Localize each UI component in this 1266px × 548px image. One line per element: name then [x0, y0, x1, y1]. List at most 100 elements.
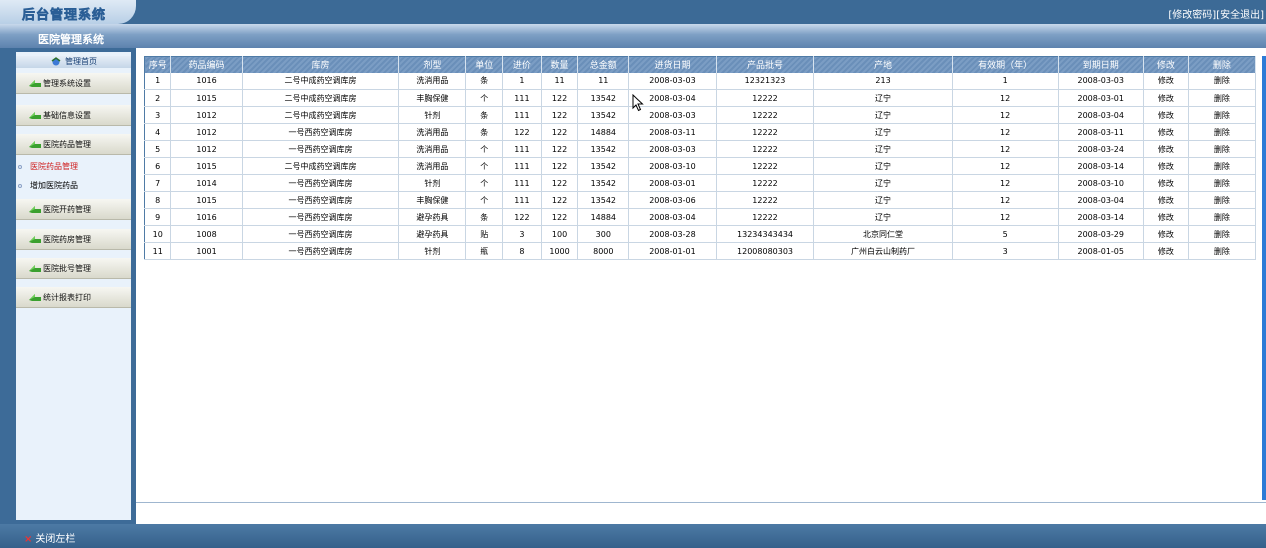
edit-link[interactable]: 修改 [1143, 140, 1189, 158]
sidebar-item-batch-number[interactable]: 医院批号管理 [16, 258, 131, 279]
edit-link[interactable]: 修改 [1143, 225, 1189, 243]
table-cell: 11 [541, 72, 579, 90]
table-cell: 213 [813, 72, 953, 90]
close-left-panel-button[interactable]: × 关闭左栏 [24, 530, 75, 545]
table-cell: 丰胸保健 [398, 191, 467, 209]
table-cell: 122 [541, 106, 579, 124]
sidebar-sub-add-drug[interactable]: 增加医院药品 [18, 180, 78, 192]
table-row: 4 1012 一号西药空调库房 洗消用品条 122 122 14884 2008-03-11 1… [144, 123, 1257, 141]
table-cell: 一号西药空调库房 [242, 208, 400, 226]
sidebar-sub-label: 增加医院药品 [30, 181, 78, 190]
delete-link[interactable]: 删除 [1188, 106, 1257, 124]
top-bar: 后台管理系统 [修改密码][安全退出] [0, 0, 1266, 24]
table-cell: 111 [502, 106, 542, 124]
delete-link[interactable]: 删除 [1188, 225, 1257, 243]
table-cell: 洗消用品 [398, 140, 467, 158]
sidebar-sub-drug-management[interactable]: 医院药品管理 [18, 161, 78, 173]
edit-link[interactable]: 修改 [1143, 191, 1189, 209]
table-cell: 6 [144, 157, 172, 175]
table-cell: 丰胸保健 [398, 89, 467, 107]
table-cell: 二号中成药空调库房 [242, 157, 400, 175]
table-row: 10 1008 一号西药空调库房 避孕药具贴 3 100 300 2008-03-28 1323… [144, 225, 1257, 243]
column-header: 序号 [144, 56, 172, 73]
delete-link[interactable]: 删除 [1188, 242, 1257, 260]
table-cell: 条 [465, 123, 504, 141]
change-password-link[interactable]: [修改密码] [1168, 10, 1216, 21]
edit-link[interactable]: 修改 [1143, 89, 1189, 107]
table-cell: 12222 [716, 157, 815, 175]
green-arrow-icon [29, 206, 41, 213]
bottom-bar: × 关闭左栏 [0, 524, 1266, 548]
table-cell: 1012 [170, 106, 243, 124]
table-cell: 北京同仁堂 [813, 225, 953, 243]
table-cell: 个 [465, 191, 504, 209]
column-header: 剂型 [398, 56, 467, 73]
sidebar-item-system-settings[interactable]: 管理系统设置 [16, 73, 131, 94]
sidebar-item-drug-management[interactable]: 医院药品管理 [16, 134, 131, 155]
system-title: 医院管理系统 [38, 33, 104, 46]
table-cell: 3 [502, 225, 542, 243]
sidebar-sub-label: 医院药品管理 [30, 162, 78, 171]
delete-link[interactable]: 删除 [1188, 140, 1257, 158]
table-cell: 13542 [577, 106, 630, 124]
green-arrow-icon [29, 112, 41, 119]
table-cell: 4 [144, 123, 172, 141]
table-cell: 14884 [577, 208, 630, 226]
edit-link[interactable]: 修改 [1143, 157, 1189, 175]
table-cell: 一号西药空调库房 [242, 225, 400, 243]
table-cell: 111 [502, 140, 542, 158]
delete-link[interactable]: 删除 [1188, 174, 1257, 192]
safe-logout-link[interactable]: [安全退出] [1216, 10, 1264, 21]
delete-link[interactable]: 删除 [1188, 72, 1257, 90]
table-cell: 辽宁 [813, 208, 953, 226]
sidebar: 管理首页 管理系统设置 基础信息设置 医院药品管理 医院药品管理 增加医院药品 … [0, 48, 136, 524]
table-cell: 1014 [170, 174, 243, 192]
scrollbar[interactable] [1262, 56, 1266, 500]
delete-link[interactable]: 删除 [1188, 208, 1257, 226]
table-cell: 1015 [170, 157, 243, 175]
table-cell: 2008-03-01 [628, 174, 717, 192]
table-cell: 避孕药具 [398, 208, 467, 226]
table-cell: 8 [502, 242, 542, 260]
table-cell: 7 [144, 174, 172, 192]
table-cell: 12222 [716, 106, 815, 124]
table-cell: 2008-03-24 [1058, 140, 1144, 158]
table-cell: 洗消用品 [398, 72, 467, 90]
edit-link[interactable]: 修改 [1143, 123, 1189, 141]
delete-link[interactable]: 删除 [1188, 157, 1257, 175]
table-body: 1 1016 二号中成药空调库房 洗消用品条 1 11 11 2008-03-03 123213… [144, 72, 1257, 260]
delete-link[interactable]: 删除 [1188, 89, 1257, 107]
table-cell: 辽宁 [813, 191, 953, 209]
top-links: [修改密码][安全退出] [1168, 6, 1264, 21]
table-cell: 2008-03-10 [1058, 174, 1144, 192]
table-cell: 13542 [577, 191, 630, 209]
sidebar-item-pharmacy[interactable]: 医院药房管理 [16, 229, 131, 250]
sidebar-item-prescription[interactable]: 医院开药管理 [16, 199, 131, 220]
sidebar-item-report-print[interactable]: 统计报表打印 [16, 287, 131, 308]
table-cell: 12 [952, 208, 1059, 226]
delete-link[interactable]: 删除 [1188, 123, 1257, 141]
edit-link[interactable]: 修改 [1143, 174, 1189, 192]
edit-link[interactable]: 修改 [1143, 72, 1189, 90]
table-cell: 13542 [577, 174, 630, 192]
green-arrow-icon [29, 294, 41, 301]
sidebar-item-label: 医院批号管理 [43, 264, 91, 273]
delete-link[interactable]: 删除 [1188, 191, 1257, 209]
table-cell: 13234343434 [716, 225, 815, 243]
column-header: 总金额 [577, 56, 630, 73]
sidebar-item-basic-info[interactable]: 基础信息设置 [16, 105, 131, 126]
column-header: 药品编码 [170, 56, 243, 73]
column-header: 有效期（年） [952, 56, 1059, 73]
table-cell: 13542 [577, 157, 630, 175]
sidebar-item-label: 基础信息设置 [43, 111, 91, 120]
edit-link[interactable]: 修改 [1143, 208, 1189, 226]
table-cell: 2008-03-11 [1058, 123, 1144, 141]
table-row: 2 1015 二号中成药空调库房 丰胸保健个 111 122 13542 2008-03-04… [144, 89, 1257, 107]
edit-link[interactable]: 修改 [1143, 106, 1189, 124]
edit-link[interactable]: 修改 [1143, 242, 1189, 260]
table-row: 7 1014 一号西药空调库房 针剂个 111 122 13542 2008-03-01 122… [144, 174, 1257, 192]
table-cell: 122 [502, 123, 542, 141]
table-cell: 1 [952, 72, 1059, 90]
sidebar-item-label: 医院药品管理 [43, 140, 91, 149]
sidebar-home-button[interactable]: 管理首页 [16, 56, 131, 68]
